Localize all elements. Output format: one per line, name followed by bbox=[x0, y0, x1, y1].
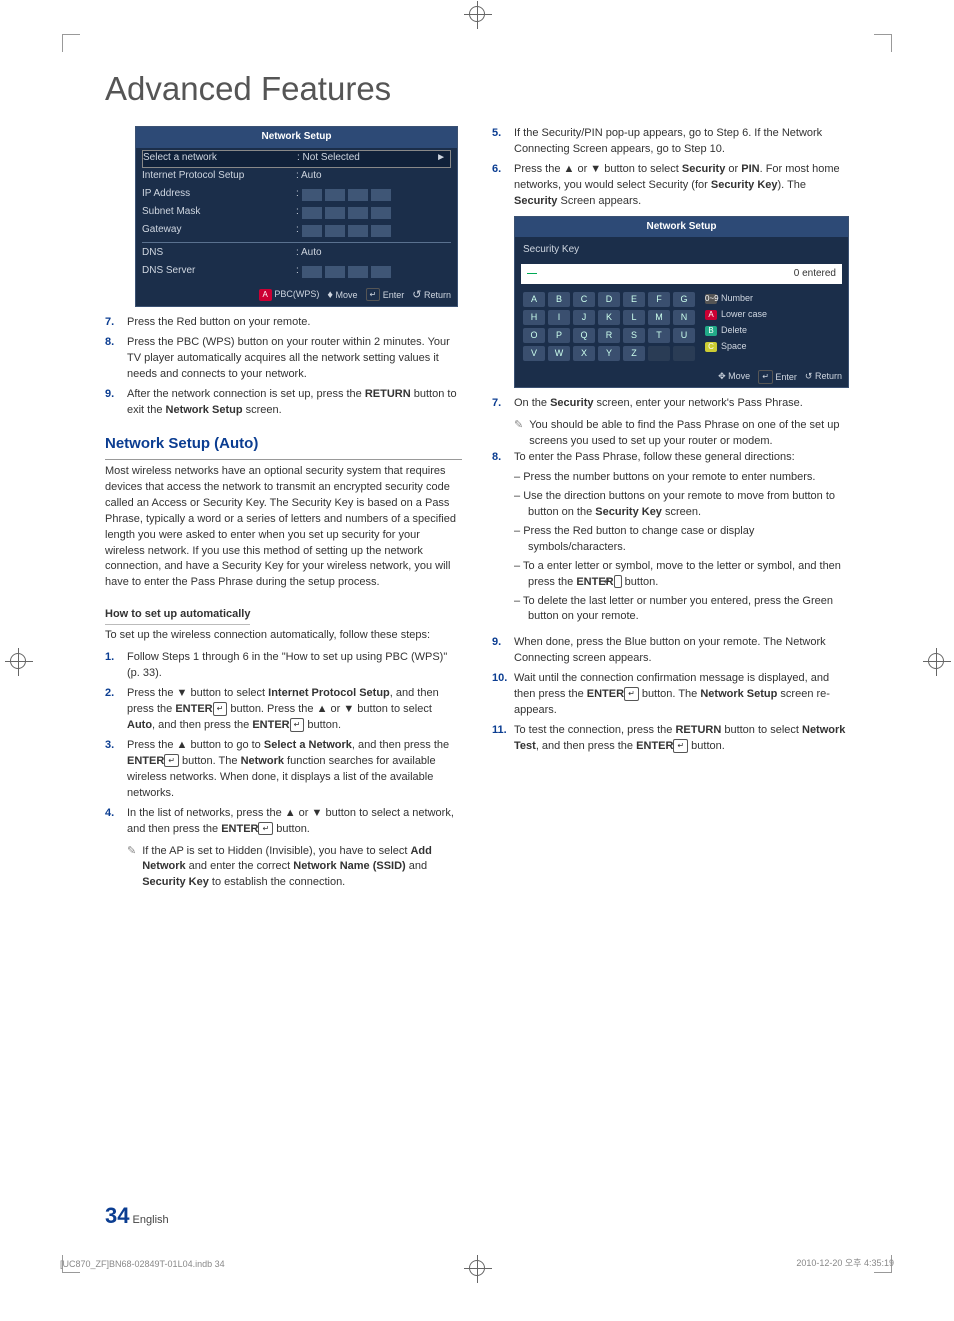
right-step-list-2: 7.On the Security screen, enter your net… bbox=[492, 396, 849, 412]
key-f[interactable]: F bbox=[648, 292, 670, 307]
key-s[interactable]: S bbox=[623, 328, 645, 343]
footer-timestamp: 2010-12-20 오후 4:35:19 bbox=[796, 1256, 894, 1269]
key-r[interactable]: R bbox=[598, 328, 620, 343]
enter-icon: ↵ bbox=[213, 702, 228, 716]
select-network-value: : Not Selected bbox=[293, 151, 450, 166]
select-network-label: Select a network bbox=[143, 151, 293, 166]
key-b[interactable]: B bbox=[548, 292, 570, 307]
gateway-row[interactable]: Gateway : bbox=[142, 222, 451, 240]
enter-icon: ↵ bbox=[290, 718, 305, 732]
key-k[interactable]: K bbox=[598, 310, 620, 325]
auto-intro-paragraph: Most wireless networks have an optional … bbox=[105, 464, 462, 592]
enter-icon: ↵ bbox=[673, 739, 688, 753]
opt-number[interactable]: 0~9Number bbox=[705, 292, 767, 305]
key-x[interactable]: X bbox=[573, 346, 595, 361]
security-key-entry[interactable]: — 0 entered bbox=[521, 264, 842, 285]
footer-filename: [UC870_ZF]BN68-02849T-01L04.indb 34 bbox=[60, 1259, 225, 1269]
entered-count: 0 entered bbox=[794, 267, 836, 282]
pass-phrase-note: ✎ You should be able to find the Pass Ph… bbox=[492, 418, 849, 450]
how-to-setup-auto-subhead: How to set up automatically bbox=[105, 607, 250, 625]
onscreen-keyboard: ABCDEFG HIJKLMN OPQRSTU VWXYZ bbox=[523, 292, 695, 361]
hidden-ap-note: ✎ If the AP is set to Hidden (Invisible)… bbox=[105, 844, 462, 892]
security-key-label: Security Key bbox=[515, 237, 848, 258]
network-setup-panel-2: Network Setup Security Key — 0 entered A… bbox=[514, 216, 849, 389]
enter-icon: ↵ bbox=[258, 822, 273, 836]
panel-footer: A PBC(WPS) ♦ Move ↵ Enter ↺ Return bbox=[136, 285, 457, 307]
page-title: Advanced Features bbox=[105, 70, 849, 108]
key-blank[interactable] bbox=[648, 346, 670, 361]
keyboard-side-options: 0~9Number ALower case BDelete CSpace bbox=[705, 292, 767, 361]
left-step-list-continued: 7.Press the Red button on your remote. 8… bbox=[105, 315, 462, 419]
right-arrow-icon: ► bbox=[436, 151, 446, 166]
key-n[interactable]: N bbox=[673, 310, 695, 325]
enter-icon: ↵ bbox=[758, 370, 773, 384]
key-e[interactable]: E bbox=[623, 292, 645, 307]
ip-setup-row[interactable]: Internet Protocol Setup : Auto bbox=[142, 168, 451, 186]
panel-footer: ✥ Move ↵ Enter ↺ Return bbox=[515, 367, 848, 387]
registration-mark-icon bbox=[469, 1260, 485, 1276]
enter-icon: ↵ bbox=[624, 687, 639, 701]
key-z[interactable]: Z bbox=[623, 346, 645, 361]
enter-icon: ↵ bbox=[164, 754, 179, 768]
return-icon: ↺ bbox=[412, 289, 421, 301]
ip-address-row[interactable]: IP Address : bbox=[142, 186, 451, 204]
panel-title: Network Setup bbox=[515, 217, 848, 238]
key-d[interactable]: D bbox=[598, 292, 620, 307]
key-w[interactable]: W bbox=[548, 346, 570, 361]
key-o[interactable]: O bbox=[523, 328, 545, 343]
subnet-row[interactable]: Subnet Mask : bbox=[142, 204, 451, 222]
key-c[interactable]: C bbox=[573, 292, 595, 307]
page-number: 34 English bbox=[105, 1203, 169, 1229]
key-v[interactable]: V bbox=[523, 346, 545, 361]
key-q[interactable]: Q bbox=[573, 328, 595, 343]
direction-item: To a enter letter or symbol, move to the… bbox=[514, 559, 849, 591]
return-icon: ↺ bbox=[805, 371, 813, 381]
cursor-icon: — bbox=[527, 267, 537, 282]
left-column: Network Setup Select a network : Not Sel… bbox=[105, 126, 462, 891]
direction-item: To delete the last letter or number you … bbox=[514, 594, 849, 626]
note-icon: ✎ bbox=[514, 418, 523, 450]
opt-delete[interactable]: BDelete bbox=[705, 324, 767, 337]
key-y[interactable]: Y bbox=[598, 346, 620, 361]
panel-title: Network Setup bbox=[136, 127, 457, 148]
key-p[interactable]: P bbox=[548, 328, 570, 343]
key-j[interactable]: J bbox=[573, 310, 595, 325]
right-column: 5.If the Security/PIN pop-up appears, go… bbox=[492, 126, 849, 891]
yellow-chip-icon: C bbox=[705, 342, 717, 352]
note-icon: ✎ bbox=[127, 844, 136, 892]
key-i[interactable]: I bbox=[548, 310, 570, 325]
right-step-list-3: 8. To enter the Pass Phrase, follow thes… bbox=[492, 450, 849, 755]
key-u[interactable]: U bbox=[673, 328, 695, 343]
move-icon: ♦ bbox=[327, 289, 333, 301]
right-step-list: 5.If the Security/PIN pop-up appears, go… bbox=[492, 126, 849, 210]
auto-lead: To set up the wireless connection automa… bbox=[105, 628, 462, 644]
key-h[interactable]: H bbox=[523, 310, 545, 325]
key-blank[interactable] bbox=[673, 346, 695, 361]
network-setup-auto-heading: Network Setup (Auto) bbox=[105, 433, 462, 460]
move-icon: ✥ bbox=[718, 371, 726, 381]
auto-step-list: 1.Follow Steps 1 through 6 in the "How t… bbox=[105, 650, 462, 837]
direction-item: Press the number buttons on your remote … bbox=[514, 470, 849, 486]
red-chip-icon: A bbox=[705, 310, 717, 320]
direction-item: Use the direction buttons on your remote… bbox=[514, 489, 849, 521]
dns-row[interactable]: DNS : Auto bbox=[142, 245, 451, 263]
key-a[interactable]: A bbox=[523, 292, 545, 307]
ip-field[interactable] bbox=[302, 189, 322, 201]
red-a-chip: A bbox=[259, 289, 272, 301]
opt-space[interactable]: CSpace bbox=[705, 340, 767, 353]
green-chip-icon: B bbox=[705, 326, 717, 336]
key-t[interactable]: T bbox=[648, 328, 670, 343]
select-network-row[interactable]: Select a network : Not Selected ► bbox=[142, 150, 451, 168]
direction-item: Press the Red button to change case or d… bbox=[514, 524, 849, 556]
opt-lowercase[interactable]: ALower case bbox=[705, 308, 767, 321]
key-l[interactable]: L bbox=[623, 310, 645, 325]
enter-icon: ↵ bbox=[366, 288, 381, 302]
network-setup-panel-1: Network Setup Select a network : Not Sel… bbox=[135, 126, 458, 307]
num-chip-icon: 0~9 bbox=[705, 294, 717, 304]
key-m[interactable]: M bbox=[648, 310, 670, 325]
enter-icon: ↵ bbox=[614, 575, 622, 589]
dns-server-row[interactable]: DNS Server : bbox=[142, 263, 451, 281]
key-g[interactable]: G bbox=[673, 292, 695, 307]
